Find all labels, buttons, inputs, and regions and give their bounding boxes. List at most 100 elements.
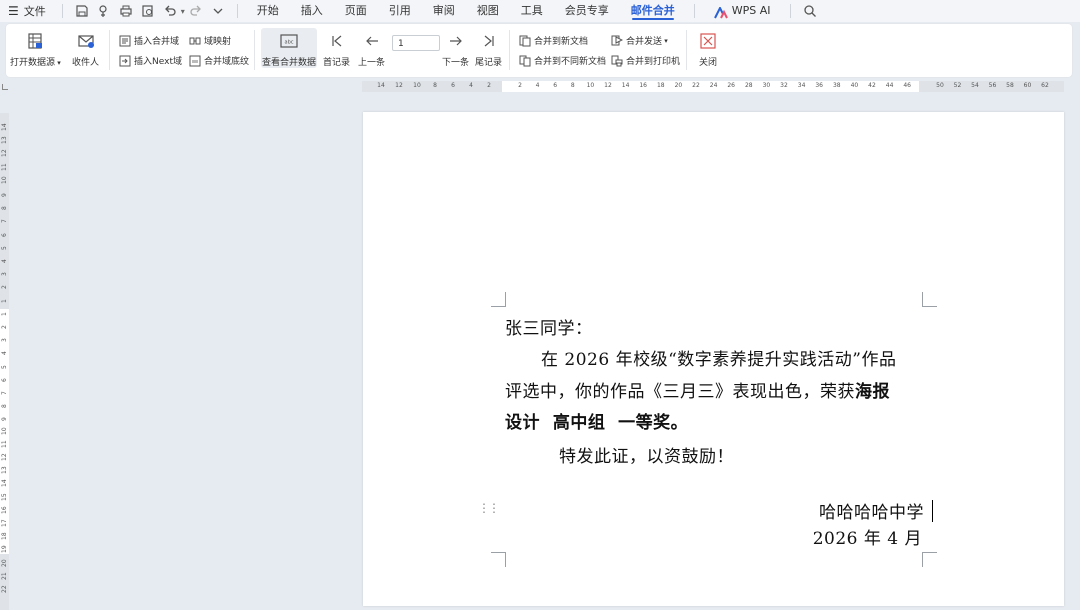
view-merged-data-label: 查看合并数据 [261,58,316,68]
merge-field-shading-button[interactable]: 合并域底纹 [188,54,249,67]
ruler-tick-label: 32 [780,82,788,89]
ruler-tick-label: 2 [1,285,8,290]
last-record-button[interactable]: 尾记录 [475,30,502,68]
doc-body-line-3[interactable]: 设计 高中组 一等奖。 [505,408,688,433]
ruler-tick-label: 19 [1,545,8,554]
svg-text:abc: abc [285,40,294,46]
ruler-tick-label: 40 [850,82,859,89]
merge-to-new-doc-button[interactable]: 合并到新文档 [518,34,588,47]
first-record-label: 首记录 [323,58,351,68]
ruler-tick-label: 13 [1,466,8,475]
doc-salutation[interactable]: 张三同学： [505,314,593,339]
tab-page[interactable]: 页面 [334,0,378,22]
prev-record-label: 上一条 [358,58,386,68]
tab-member[interactable]: 会员专享 [554,0,620,22]
search-icon[interactable] [802,3,818,19]
print-preview-icon[interactable] [140,3,156,19]
doc-award-field-part2: 设计 高中组 一等奖。 [505,413,689,433]
ruler-tick-label: 2 [487,82,491,89]
ruler-tick-label: 7 [1,219,8,224]
ruler-tick-label: 54 [971,82,979,89]
insert-merge-field-button[interactable]: 插入合并域 [118,34,179,47]
merge-to-printer-button[interactable]: 合并到打印机 [610,54,680,67]
doc-body-line-2[interactable]: 评选中，你的作品《三月三》表现出色，荣获海报 [505,377,890,402]
doc-signature-text: 哈哈哈哈中学 [819,503,924,523]
tab-insert[interactable]: 插入 [290,0,334,22]
export-icon[interactable] [96,3,112,19]
ribbon-divider [509,30,510,70]
ruler-tick-label: 10 [586,82,595,89]
document-page[interactable]: 张三同学： 在 2026 年校级“数字素养提升实践活动”作品 评选中，你的作品《… [363,112,1064,606]
record-number-input[interactable]: 1 [392,35,440,51]
menu-bar: ☰ 文件 ▾ 开始 插入 页面 引用 审阅 视图 工具 会员专享 邮件合并 WP… [0,0,1080,22]
undo-dropdown-icon[interactable]: ▾ [181,7,185,16]
doc-body-line-1[interactable]: 在 2026 年校级“数字素养提升实践活动”作品 [541,345,896,370]
ruler-tick-label: 50 [936,82,944,89]
recipients-icon [75,30,97,52]
tab-home[interactable]: 开始 [246,0,290,22]
horizontal-ruler[interactable]: 14 12 10 8 6 4 2 2 4 6 8 10 12 14 16 18 20 22 24 26 28 30 32 34… [362,81,1064,92]
recipients-button[interactable]: 收件人 [72,30,99,68]
send-icon [610,34,623,47]
redo-icon[interactable] [188,3,204,19]
ruler-corner-icon [2,84,8,90]
different-docs-icon [518,54,531,67]
ruler-tick-label: 4 [535,82,540,89]
ruler-tick-label: 22 [692,82,700,89]
view-data-icon: abc [278,30,300,52]
insert-next-field-button[interactable]: 插入Next域 [118,54,182,67]
view-merged-data-button[interactable]: abc 查看合并数据 [261,28,317,68]
divider [693,4,695,18]
wps-ai-logo-icon [713,5,728,19]
ruler-tick-label: 36 [815,82,824,89]
open-datasource-button[interactable]: 打开数据源 ▾ [10,30,61,68]
text-cursor [932,500,933,522]
undo-icon[interactable] [162,3,178,19]
ruler-tick-label: 21 [1,572,8,580]
doc-signature[interactable]: 哈哈哈哈中学 [819,498,933,523]
close-button[interactable]: 关闭 [697,30,719,68]
crop-mark [922,292,937,307]
ruler-tick-label: 12 [395,82,403,89]
ruler-tick-label: 1 [1,311,8,316]
drag-handle-icon[interactable]: ⋮⋮ [478,501,500,515]
tab-references[interactable]: 引用 [378,0,422,22]
wps-ai-label: WPS AI [731,4,771,17]
ruler-tick-label: 11 [1,162,8,171]
tab-wps-ai[interactable]: WPS AI [703,0,782,22]
save-icon[interactable] [74,3,90,19]
ruler-tick-label: 12 [604,82,612,89]
field-mapping-button[interactable]: 域映射 [188,34,231,47]
crop-mark [922,552,937,567]
merge-send-button[interactable]: 合并发送 ▾ [610,34,668,47]
doc-body-line-4[interactable]: 特发此证，以资鼓励！ [559,442,734,467]
ruler-tick-label: 6 [1,377,8,382]
first-record-button[interactable]: 首记录 [323,30,350,68]
field-mapping-label: 域映射 [204,37,232,47]
next-record-button[interactable]: 下一条 [442,30,469,68]
chevron-down-icon[interactable] [210,3,226,19]
ruler-tick-label: 10 [1,426,8,435]
prev-record-button[interactable]: 上一条 [358,30,385,68]
divider [236,4,238,18]
ruler-tick-label: 58 [1006,82,1014,89]
ruler-tick-label: 6 [451,82,455,89]
ruler-tick-label: 16 [639,82,648,89]
print-icon[interactable] [118,3,134,19]
tab-review[interactable]: 审阅 [422,0,466,22]
ruler-tick-label: 7 [1,391,8,395]
ruler-tick-label: 8 [1,404,8,409]
next-record-label: 下一条 [442,58,470,68]
doc-date[interactable]: 2026 年 4 月 [813,524,922,549]
ruler-tick-label: 20 [1,558,8,567]
merge-field-shading-label: 合并域底纹 [204,57,250,67]
merge-to-different-docs-button[interactable]: 合并到不同新文档 [518,54,606,67]
tab-view[interactable]: 视图 [466,0,510,22]
file-menu-button[interactable]: ☰ 文件 [0,3,54,19]
last-record-icon [478,30,500,52]
insert-next-field-label: 插入Next域 [134,57,182,67]
vertical-ruler[interactable]: 14 13 12 11 10 9 8 7 6 5 4 3 2 1 1 2 3 4 5 6 7 8 9 10 11 12 13 14 15… [0,113,9,610]
tab-mail-merge[interactable]: 邮件合并 [620,0,686,22]
ruler-tick-label: 14 [1,479,8,488]
tab-tools[interactable]: 工具 [510,0,554,22]
